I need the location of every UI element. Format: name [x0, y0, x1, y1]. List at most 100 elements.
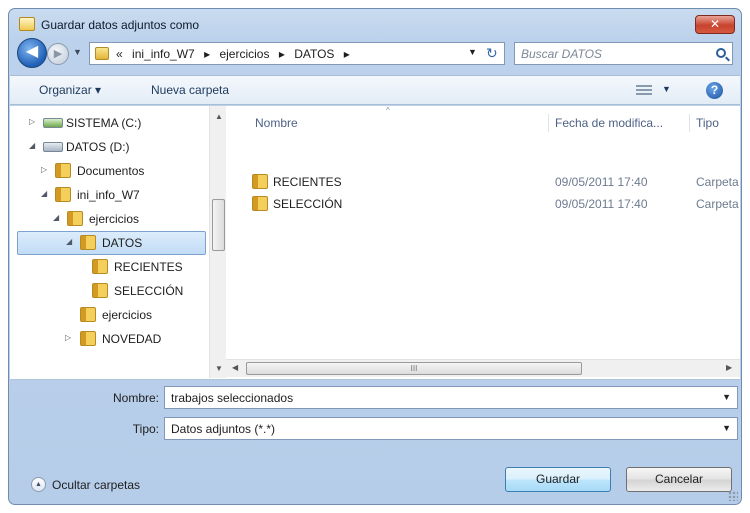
tree-item-label: Documentos — [77, 164, 145, 178]
file-type-dropdown-icon[interactable]: ▼ — [722, 423, 731, 433]
tree-item-label: DATOS — [102, 236, 143, 250]
file-row[interactable]: RECIENTES 09/05/2011 17:40 Carpeta de ar… — [226, 172, 740, 194]
tree-item-documentos[interactable]: ▷ Documentos — [10, 160, 206, 184]
breadcrumb-separator-icon[interactable]: ▸ — [344, 47, 350, 61]
tree-item-label: SELECCIÓN — [114, 284, 184, 298]
tree-item-label: ini_info_W7 — [77, 188, 140, 202]
folder-icon — [95, 47, 109, 60]
view-options-icon[interactable] — [636, 85, 652, 96]
back-button[interactable]: ◀ — [17, 38, 47, 68]
breadcrumb-overflow[interactable]: « — [116, 47, 123, 61]
tree-item-sistema-drive[interactable]: ▷ SISTEMA (C:) — [10, 112, 206, 136]
forward-button[interactable]: ▶ — [47, 43, 69, 65]
new-folder-button[interactable]: Nueva carpeta — [151, 83, 229, 97]
search-placeholder: Buscar DATOS — [521, 47, 602, 61]
expand-icon[interactable]: ▷ — [41, 165, 47, 174]
column-header-type[interactable]: Tipo — [696, 116, 719, 130]
resize-grip[interactable] — [728, 491, 738, 501]
file-name-value: trabajos seleccionados — [171, 391, 294, 405]
tree-item-recientes[interactable]: RECIENTES — [10, 256, 206, 280]
folder-icon — [252, 174, 268, 189]
tree-item-seleccion[interactable]: SELECCIÓN — [10, 280, 206, 304]
scroll-left-arrow-icon[interactable]: ◀ — [232, 363, 238, 372]
chevron-up-icon: ▲ — [31, 477, 46, 492]
breadcrumb-item-ejercicios[interactable]: ejercicios — [219, 47, 269, 61]
folder-icon — [55, 163, 71, 178]
save-button[interactable]: Guardar — [505, 467, 611, 492]
view-dropdown-icon[interactable]: ▼ — [662, 84, 671, 94]
expand-icon[interactable]: ▷ — [65, 333, 71, 342]
column-header-date[interactable]: Fecha de modifica... — [555, 116, 663, 130]
file-type-value: Datos adjuntos (*.*) — [171, 422, 276, 436]
folder-icon — [252, 196, 268, 211]
collapse-icon[interactable]: ◢ — [41, 189, 47, 198]
tree-item-label: ejercicios — [89, 212, 140, 226]
file-type-select[interactable]: Datos adjuntos (*.*) ▼ — [164, 417, 738, 440]
tree-item-datos[interactable]: ◢ DATOS — [17, 231, 206, 255]
address-bar[interactable]: « ini_info_W7 ▸ ejercicios ▸ DATOS ▸ ▼ ↻ — [89, 42, 505, 65]
tree-item-ini-info-w7[interactable]: ◢ ini_info_W7 — [10, 184, 206, 208]
scroll-up-arrow-icon[interactable]: ▲ — [215, 112, 223, 121]
dialog-app-icon — [19, 17, 35, 31]
scroll-thumb[interactable]: III — [246, 362, 582, 375]
list-horizontal-scrollbar[interactable]: ◀ III ▶ — [226, 359, 740, 377]
close-button[interactable]: ✕ — [695, 15, 735, 34]
scroll-thumb[interactable] — [212, 199, 225, 251]
drive-icon — [43, 118, 63, 128]
folder-icon — [80, 331, 96, 346]
tree-item-label: ejercicios — [102, 308, 153, 322]
scroll-down-arrow-icon[interactable]: ▼ — [215, 364, 223, 373]
organize-button[interactable]: Organizar ▾ — [39, 83, 101, 97]
dialog-title: Guardar datos adjuntos como — [41, 18, 200, 32]
tree-item-ejercicios[interactable]: ◢ ejercicios — [10, 208, 206, 232]
browser-panes: ▷ SISTEMA (C:) ◢ DATOS (D:) ▷ Documentos… — [10, 106, 740, 380]
file-type: Carpeta de archivos — [696, 197, 740, 211]
breadcrumb-separator-icon[interactable]: ▸ — [279, 47, 285, 61]
recent-locations-dropdown[interactable]: ▼ — [73, 47, 82, 57]
address-dropdown-icon[interactable]: ▼ — [468, 47, 477, 57]
breadcrumb-separator-icon[interactable]: ▸ — [204, 47, 210, 61]
refresh-icon[interactable]: ↻ — [486, 45, 498, 62]
column-divider[interactable] — [548, 114, 549, 132]
drive-icon — [43, 142, 63, 152]
save-attachments-dialog: Guardar datos adjuntos como ✕ ◀ ▶ ▼ « in… — [8, 8, 742, 505]
file-name: SELECCIÓN — [273, 197, 343, 211]
column-header-name[interactable]: Nombre — [255, 116, 298, 130]
breadcrumb-item-ini-info-w7[interactable]: ini_info_W7 — [132, 47, 195, 61]
tree-item-label: RECIENTES — [114, 260, 183, 274]
search-input[interactable]: Buscar DATOS — [514, 42, 733, 65]
column-divider[interactable] — [689, 114, 690, 132]
cancel-button[interactable]: Cancelar — [626, 467, 732, 492]
title-bar[interactable]: Guardar datos adjuntos como ✕ — [9, 9, 741, 39]
file-name-label: Nombre: — [112, 391, 159, 405]
tree-item-label: NOVEDAD — [102, 332, 162, 346]
folder-icon — [55, 187, 71, 202]
folder-icon — [92, 283, 108, 298]
collapse-icon[interactable]: ◢ — [53, 213, 59, 222]
file-name: RECIENTES — [273, 175, 342, 189]
file-type: Carpeta de archivos — [696, 175, 740, 189]
scroll-right-arrow-icon[interactable]: ▶ — [726, 363, 732, 372]
file-date: 09/05/2011 17:40 — [555, 175, 648, 189]
tree-item-novedad[interactable]: ▷ NOVEDAD — [10, 328, 206, 352]
collapse-icon[interactable]: ◢ — [29, 141, 35, 150]
command-toolbar: Organizar ▾ Nueva carpeta ▼ ? — [10, 75, 740, 105]
breadcrumb: « ini_info_W7 ▸ ejercicios ▸ DATOS ▸ — [116, 47, 356, 61]
search-icon[interactable] — [716, 48, 726, 58]
collapse-icon[interactable]: ◢ — [66, 237, 72, 246]
file-date: 09/05/2011 17:40 — [555, 197, 648, 211]
breadcrumb-item-datos[interactable]: DATOS — [294, 47, 334, 61]
help-icon[interactable]: ? — [706, 82, 723, 99]
expand-icon[interactable]: ▷ — [29, 117, 35, 126]
tree-vertical-scrollbar[interactable]: ▲ ▼ — [209, 106, 226, 378]
sort-indicator-icon: ^ — [386, 106, 390, 115]
folder-icon — [80, 235, 96, 250]
tree-item-label: SISTEMA (C:) — [66, 116, 142, 130]
file-row[interactable]: SELECCIÓN 09/05/2011 17:40 Carpeta de ar… — [226, 194, 740, 216]
file-name-field[interactable]: trabajos seleccionados ▼ — [164, 386, 738, 409]
folder-icon — [80, 307, 96, 322]
tree-item-ejercicios-2[interactable]: ejercicios — [10, 304, 206, 328]
file-name-dropdown-icon[interactable]: ▼ — [722, 392, 731, 402]
tree-item-datos-drive[interactable]: ◢ DATOS (D:) — [10, 136, 206, 160]
file-list: Nombre ^ Fecha de modifica... Tipo RECIE… — [226, 106, 740, 378]
